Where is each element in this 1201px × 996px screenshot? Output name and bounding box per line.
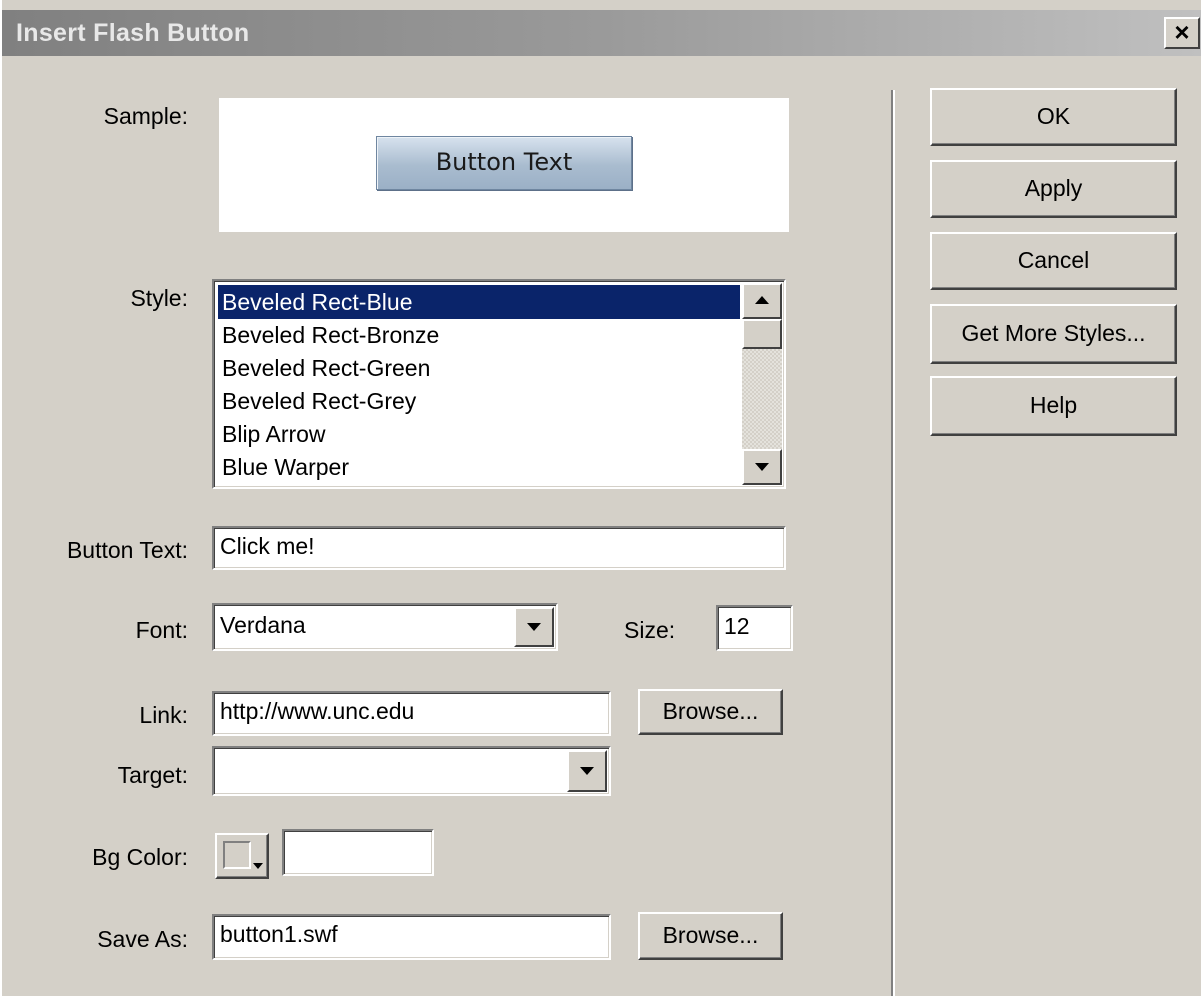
style-list-item[interactable]: Beveled Rect-Grey <box>218 384 416 418</box>
cancel-button[interactable]: Cancel <box>930 232 1177 290</box>
get-more-styles-button[interactable]: Get More Styles... <box>930 304 1177 364</box>
style-list-scrollbar[interactable] <box>742 283 782 485</box>
target-label: Target: <box>117 762 188 788</box>
close-icon: × <box>1174 17 1190 47</box>
button-text-value: Click me! <box>220 533 315 559</box>
color-swatch-icon <box>223 841 251 869</box>
scroll-down-button[interactable] <box>742 449 782 485</box>
button-text-input[interactable]: Click me! <box>212 526 786 570</box>
insert-flash-button-dialog: Insert Flash Button × Sample: Button Tex… <box>0 0 1201 996</box>
style-label: Style: <box>130 285 188 311</box>
link-label: Link: <box>139 702 188 728</box>
chevron-down-icon <box>253 863 263 869</box>
button-text-label: Button Text: <box>66 537 188 563</box>
link-browse-button[interactable]: Browse... <box>638 689 783 735</box>
vertical-divider <box>891 90 895 996</box>
link-value: http://www.unc.edu <box>220 698 415 724</box>
target-select[interactable] <box>212 746 611 796</box>
style-list-item[interactable]: Beveled Rect-Blue <box>218 285 740 319</box>
font-value: Verdana <box>220 612 306 638</box>
font-label: Font: <box>135 617 188 643</box>
style-list-item[interactable]: Blip Arrow <box>218 417 326 451</box>
size-input[interactable]: 12 <box>716 605 793 651</box>
help-button[interactable]: Help <box>930 376 1177 436</box>
save-as-input[interactable]: button1.swf <box>212 914 611 960</box>
save-as-label: Save As: <box>97 926 188 952</box>
title-bar[interactable]: Insert Flash Button × <box>2 10 1201 56</box>
save-as-browse-button[interactable]: Browse... <box>638 912 783 960</box>
apply-button[interactable]: Apply <box>930 160 1177 218</box>
sample-label: Sample: <box>103 103 188 129</box>
bg-color-picker[interactable] <box>215 833 269 879</box>
chevron-down-icon <box>580 767 594 775</box>
font-dropdown-button[interactable] <box>514 607 554 647</box>
style-list-item[interactable]: Beveled Rect-Green <box>218 351 430 385</box>
sample-preview: Button Text <box>219 98 789 232</box>
close-button[interactable]: × <box>1164 17 1200 49</box>
chevron-down-icon <box>527 623 541 631</box>
ok-button[interactable]: OK <box>930 88 1177 146</box>
bg-color-label: Bg Color: <box>92 844 188 870</box>
window-title: Insert Flash Button <box>16 19 250 47</box>
bg-color-input[interactable] <box>282 829 434 876</box>
size-value: 12 <box>724 613 750 639</box>
scroll-down-icon <box>755 463 769 471</box>
save-as-value: button1.swf <box>220 921 338 947</box>
scroll-up-icon <box>755 296 769 304</box>
scroll-thumb[interactable] <box>742 319 782 349</box>
target-dropdown-button[interactable] <box>567 750 607 792</box>
sample-button-preview: Button Text <box>376 136 632 190</box>
style-list[interactable]: Beveled Rect-Blue Beveled Rect-Bronze Be… <box>212 279 786 489</box>
size-label: Size: <box>624 617 676 643</box>
link-input[interactable]: http://www.unc.edu <box>212 691 611 736</box>
scroll-up-button[interactable] <box>742 283 782 319</box>
style-list-item[interactable]: Beveled Rect-Bronze <box>218 318 439 352</box>
style-list-item[interactable]: Blue Warper <box>218 450 349 482</box>
font-select[interactable]: Verdana <box>212 603 558 651</box>
